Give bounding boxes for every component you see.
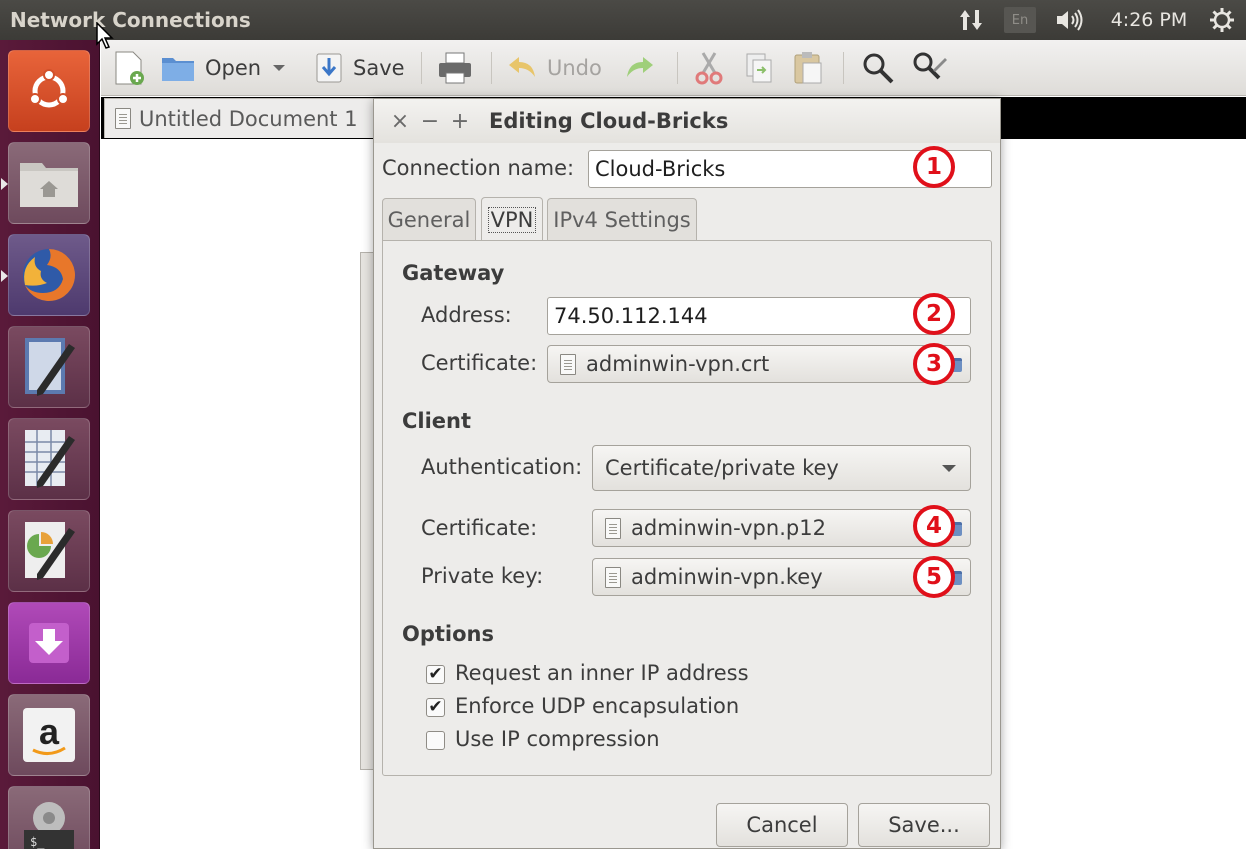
mouse-cursor-icon	[96, 22, 114, 49]
search-replace-icon	[913, 52, 947, 80]
annotation-badge-5: 5	[913, 556, 955, 598]
find-replace-button[interactable]	[911, 50, 947, 86]
private-key-label: Private key:	[421, 564, 544, 588]
copy-button[interactable]	[745, 50, 773, 86]
client-certificate-value: adminwin-vpn.p12	[631, 516, 826, 540]
system-settings-icon[interactable]: $_	[8, 786, 90, 849]
chevron-down-icon	[273, 65, 286, 71]
connection-name-label: Connection name:	[382, 156, 575, 180]
annotation-badge-3: 3	[913, 343, 955, 385]
file-icon	[560, 353, 576, 375]
launcher: a $_	[0, 40, 100, 849]
power-gear-icon[interactable]	[1206, 6, 1238, 34]
undo-button[interactable]: Undo	[507, 50, 602, 86]
options-heading: Options	[402, 622, 494, 646]
undo-label: Undo	[547, 56, 602, 80]
redo-icon	[627, 57, 653, 77]
cancel-button[interactable]: Cancel	[716, 803, 848, 847]
open-label: Open	[205, 56, 262, 80]
request-inner-ip-label[interactable]: Request an inner IP address	[455, 661, 749, 685]
toolbar-separator	[677, 52, 678, 84]
gateway-certificate-chooser[interactable]: adminwin-vpn.crt	[547, 345, 971, 383]
printer-icon	[439, 52, 471, 84]
gateway-address-input[interactable]: 74.50.112.144	[547, 297, 971, 335]
authentication-select[interactable]: Certificate/private key	[592, 445, 971, 491]
cut-button[interactable]	[695, 50, 723, 86]
files-icon[interactable]	[1, 142, 90, 224]
save-dialog-button[interactable]: Save...	[858, 803, 990, 847]
volume-icon[interactable]	[1054, 6, 1086, 34]
keyboard-layout-indicator[interactable]: En	[1004, 7, 1036, 33]
enforce-udp-label[interactable]: Enforce UDP encapsulation	[455, 694, 739, 718]
dialog-title: Editing Cloud-Bricks	[489, 109, 729, 133]
annotation-badge-1: 1	[913, 146, 955, 188]
window-title: Network Connections	[10, 8, 251, 32]
editor-toolbar: Open Save Undo	[101, 40, 1246, 96]
libreoffice-writer-icon[interactable]	[8, 326, 90, 408]
enforce-udp-checkbox[interactable]: ✔	[426, 698, 445, 717]
close-icon[interactable]: ×	[390, 109, 410, 134]
annotation-badge-4: 4	[913, 505, 955, 547]
client-certificate-label: Certificate:	[421, 516, 538, 540]
toolbar-separator	[843, 52, 844, 84]
clock[interactable]: 4:26 PM	[1106, 6, 1192, 34]
tab-ipv4-settings[interactable]: IPv4 Settings	[547, 198, 697, 240]
toolbar-separator	[491, 52, 492, 84]
ip-compression-label[interactable]: Use IP compression	[455, 727, 660, 751]
open-button[interactable]: Open	[161, 50, 287, 86]
clipboard-icon	[794, 52, 822, 84]
new-document-button[interactable]	[113, 50, 147, 86]
tab-vpn-label: VPN	[487, 206, 537, 233]
file-icon	[605, 566, 621, 588]
folder-icon	[162, 58, 194, 81]
toolbar-separator	[421, 52, 422, 84]
document-tab-title: Untitled Document 1	[139, 106, 358, 131]
gateway-certificate-label: Certificate:	[421, 351, 538, 375]
undo-icon	[509, 57, 535, 77]
redo-button[interactable]	[625, 50, 655, 86]
authentication-label: Authentication:	[421, 455, 583, 479]
chevron-down-icon	[942, 465, 956, 472]
scissors-icon	[695, 52, 723, 85]
tab-ipv4-label: IPv4 Settings	[553, 207, 691, 232]
print-button[interactable]	[437, 50, 473, 86]
client-heading: Client	[402, 409, 472, 433]
software-center-icon[interactable]	[8, 602, 90, 684]
libreoffice-impress-icon[interactable]	[8, 510, 90, 592]
copy-icon	[746, 53, 772, 83]
svg-text:a: a	[39, 711, 60, 752]
ip-compression-checkbox[interactable]	[426, 731, 445, 750]
save-arrow-icon	[316, 53, 342, 83]
running-indicator	[1, 178, 8, 190]
svg-text:$_: $_	[30, 835, 45, 849]
amazon-icon[interactable]: a	[8, 694, 90, 776]
save-button[interactable]: Save	[315, 50, 405, 86]
tab-vpn[interactable]: VPN	[481, 197, 543, 241]
network-updown-icon[interactable]	[956, 6, 986, 34]
tab-general[interactable]: General	[382, 198, 476, 240]
find-button[interactable]	[861, 50, 895, 86]
gateway-certificate-value: adminwin-vpn.crt	[586, 352, 770, 376]
firefox-icon[interactable]	[1, 234, 90, 316]
save-label: Save	[353, 56, 405, 80]
document-tab[interactable]: Untitled Document 1	[104, 98, 396, 138]
maximize-icon[interactable]: +	[450, 109, 470, 134]
paste-button[interactable]	[793, 50, 823, 86]
running-indicator	[1, 270, 8, 282]
file-icon	[605, 517, 621, 539]
authentication-value: Certificate/private key	[605, 456, 839, 480]
ubuntu-dash-icon[interactable]	[8, 50, 90, 132]
address-label: Address:	[421, 303, 512, 327]
gateway-heading: Gateway	[402, 261, 505, 285]
search-icon	[863, 53, 894, 84]
minimize-icon[interactable]: −	[420, 109, 440, 134]
annotation-badge-2: 2	[913, 293, 955, 335]
private-key-value: adminwin-vpn.key	[631, 565, 823, 589]
dialog-titlebar: × − + Editing Cloud-Bricks	[374, 99, 1000, 143]
libreoffice-calc-icon[interactable]	[8, 418, 90, 500]
request-inner-ip-checkbox[interactable]: ✔	[426, 665, 445, 684]
document-icon	[115, 108, 131, 129]
tab-general-label: General	[387, 207, 471, 232]
top-panel: Network Connections En 4:26 PM	[0, 0, 1246, 40]
